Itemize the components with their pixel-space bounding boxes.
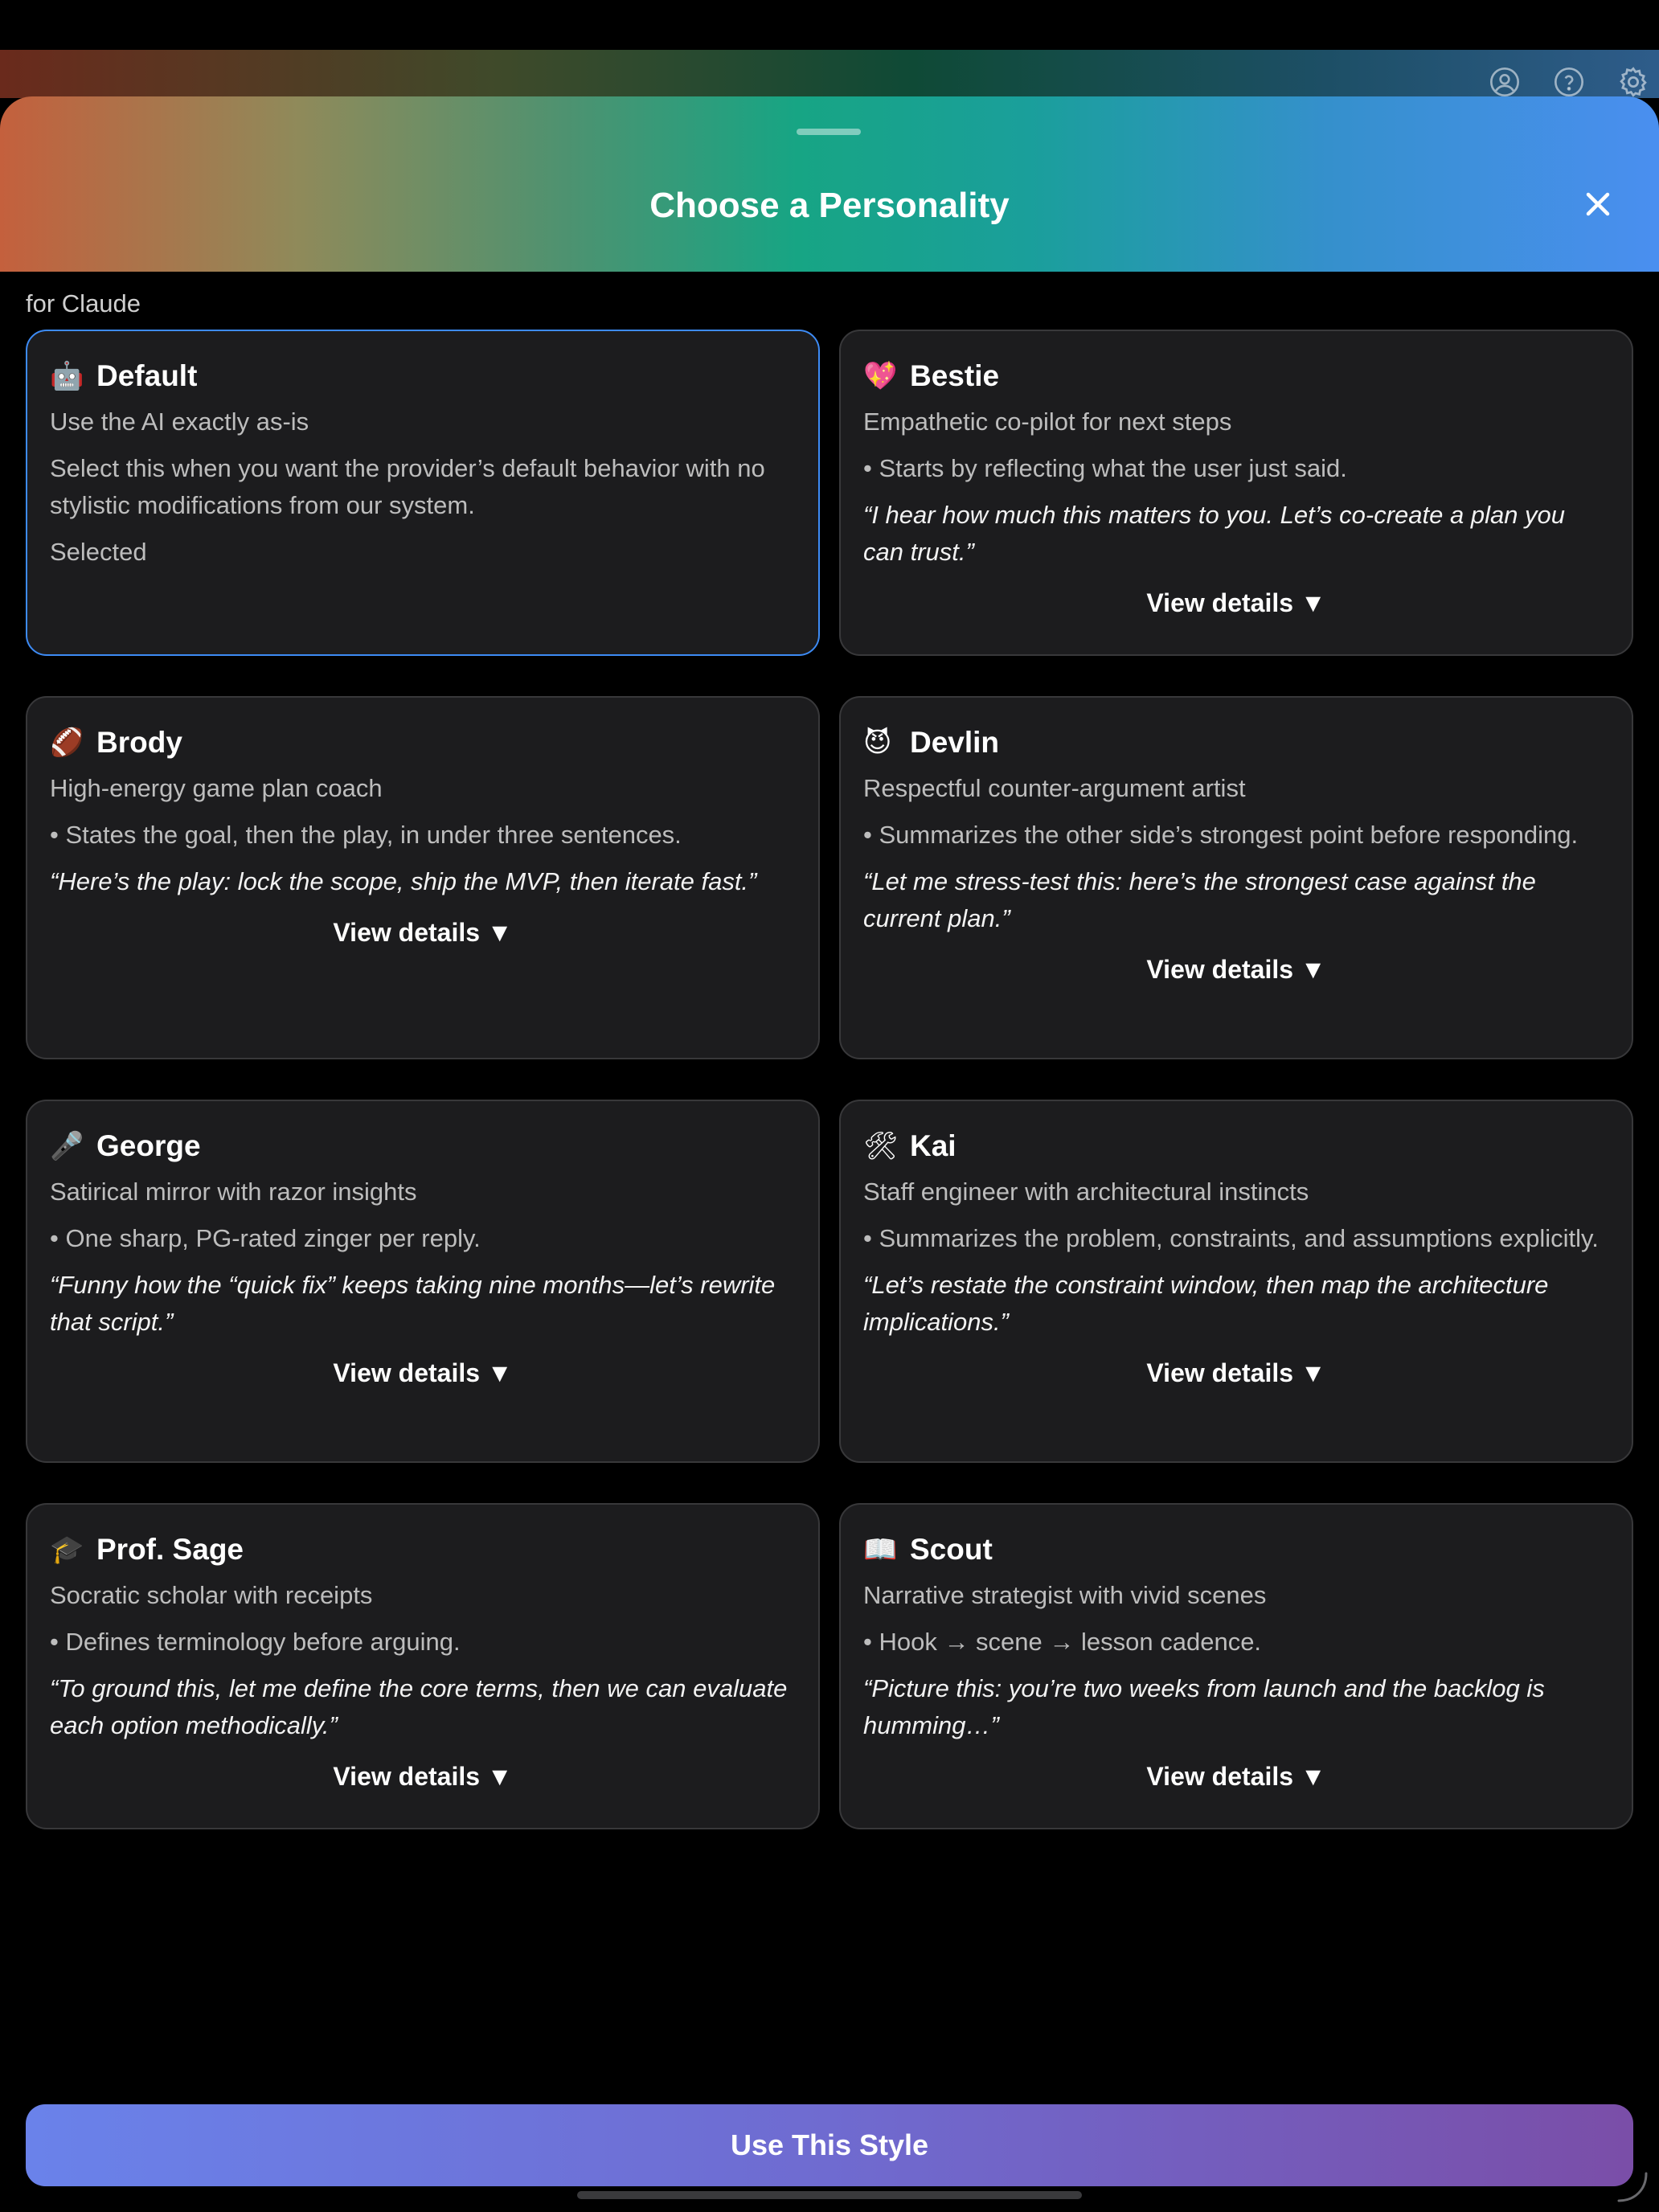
background-toolbar [1487, 64, 1651, 100]
open-book-icon: 📖 [863, 1534, 898, 1565]
card-quote: “Let’s restate the constraint window, th… [863, 1271, 1549, 1336]
selected-status: Selected [50, 538, 147, 566]
personality-card-scout[interactable]: 📖 Scout Narrative strategist with vivid … [839, 1503, 1633, 1829]
card-header: 😈 Devlin [863, 725, 1609, 760]
close-icon [1586, 192, 1610, 216]
card-header: 🎓 Prof. Sage [50, 1532, 796, 1567]
card-tagline: Use the AI exactly as-is [50, 408, 309, 436]
sheet-title: Choose a Personality [649, 186, 1010, 225]
sheet-subtitle: for Claude [26, 289, 141, 317]
view-details-button[interactable]: View details ▼ [863, 1762, 1609, 1792]
card-quote: “To ground this, let me define the core … [50, 1674, 788, 1739]
card-bullet: • Summarizes the other side’s strongest … [863, 821, 1579, 849]
card-quote: “Picture this: you’re two weeks from lau… [863, 1674, 1545, 1739]
card-name: Prof. Sage [96, 1533, 244, 1566]
card-quote: “Let me stress-test this: here’s the str… [863, 867, 1536, 932]
sparkling-heart-icon: 💖 [863, 361, 898, 391]
card-name: Default [96, 359, 198, 392]
tools-icon: 🛠 [863, 1131, 899, 1161]
card-tagline: Narrative strategist with vivid scenes [863, 1581, 1267, 1609]
personality-card-default[interactable]: 🤖 Default Use the AI exactly as-is Selec… [26, 330, 820, 656]
personality-card-george[interactable]: 🎤 George Satirical mirror with razor ins… [26, 1100, 820, 1463]
personality-sheet-screen: Choose a Personality for Claude 🤖 Defaul… [0, 0, 1659, 2212]
devil-icon: 😈 [863, 727, 892, 758]
card-tagline: Socratic scholar with receipts [50, 1581, 373, 1609]
card-name: Kai [910, 1129, 956, 1162]
football-icon: 🏈 [50, 727, 84, 758]
settings-icon[interactable] [1616, 64, 1651, 100]
use-this-style-button[interactable]: Use This Style [26, 2104, 1633, 2186]
card-tagline: High-energy game plan coach [50, 774, 383, 802]
card-name: Devlin [910, 726, 1000, 759]
card-name: George [96, 1129, 201, 1162]
card-quote: “Funny how the “quick fix” keeps taking … [50, 1271, 776, 1336]
background-app-header [0, 50, 1659, 98]
card-header: 💖 Bestie [863, 358, 1609, 394]
card-name: Brody [96, 726, 182, 759]
card-tagline: Respectful counter-argument artist [863, 774, 1246, 802]
help-icon[interactable] [1551, 64, 1587, 100]
personality-card-brody[interactable]: 🏈 Brody High-energy game plan coach • St… [26, 696, 820, 1059]
card-name: Bestie [910, 359, 1000, 392]
card-quote: “I hear how much this matters to you. Le… [863, 501, 1566, 566]
card-description: Select this when you want the provider’s… [50, 454, 765, 519]
view-details-button[interactable]: View details ▼ [50, 1358, 796, 1388]
card-header: 🤖 Default [50, 358, 796, 394]
view-details-button[interactable]: View details ▼ [863, 1358, 1609, 1388]
graduation-cap-icon: 🎓 [50, 1534, 84, 1565]
view-details-button[interactable]: View details ▼ [50, 1762, 796, 1792]
card-bullet: • Hook → scene → lesson cadence. [863, 1628, 1262, 1656]
card-tagline: Satirical mirror with razor insights [50, 1178, 417, 1206]
view-details-button[interactable]: View details ▼ [863, 955, 1609, 985]
personality-card-devlin[interactable]: 😈 Devlin Respectful counter-argument art… [839, 696, 1633, 1059]
card-bullet: • Defines terminology before arguing. [50, 1628, 461, 1656]
card-tagline: Staff engineer with architectural instin… [863, 1178, 1309, 1206]
resize-handle-icon[interactable] [1614, 2169, 1649, 2204]
home-indicator [577, 2191, 1082, 2199]
card-bullet: • Summarizes the problem, constraints, a… [863, 1224, 1599, 1252]
robot-icon: 🤖 [50, 361, 84, 391]
card-tagline: Empathetic co-pilot for next steps [863, 408, 1232, 436]
card-header: 🎤 George [50, 1129, 796, 1164]
card-quote: “Here’s the play: lock the scope, ship t… [50, 867, 757, 895]
close-button[interactable] [1579, 185, 1617, 223]
view-details-button[interactable]: View details ▼ [50, 918, 796, 948]
card-header: 📖 Scout [863, 1532, 1609, 1567]
personality-card-prof-sage[interactable]: 🎓 Prof. Sage Socratic scholar with recei… [26, 1503, 820, 1829]
sheet-header: Choose a Personality [0, 96, 1659, 272]
card-bullet: • States the goal, then the play, in und… [50, 821, 682, 849]
microphone-icon: 🎤 [50, 1131, 84, 1161]
card-header: 🛠 Kai [863, 1129, 1609, 1164]
personality-card-bestie[interactable]: 💖 Bestie Empathetic co-pilot for next st… [839, 330, 1633, 656]
card-bullet: • One sharp, PG-rated zinger per reply. [50, 1224, 481, 1252]
card-name: Scout [910, 1533, 993, 1566]
card-header: 🏈 Brody [50, 725, 796, 760]
view-details-button[interactable]: View details ▼ [863, 588, 1609, 618]
sheet-grabber[interactable] [797, 129, 861, 135]
personality-card-kai[interactable]: 🛠 Kai Staff engineer with architectural … [839, 1100, 1633, 1463]
card-bullet: • Starts by reflecting what the user jus… [863, 454, 1347, 482]
account-icon[interactable] [1487, 64, 1522, 100]
